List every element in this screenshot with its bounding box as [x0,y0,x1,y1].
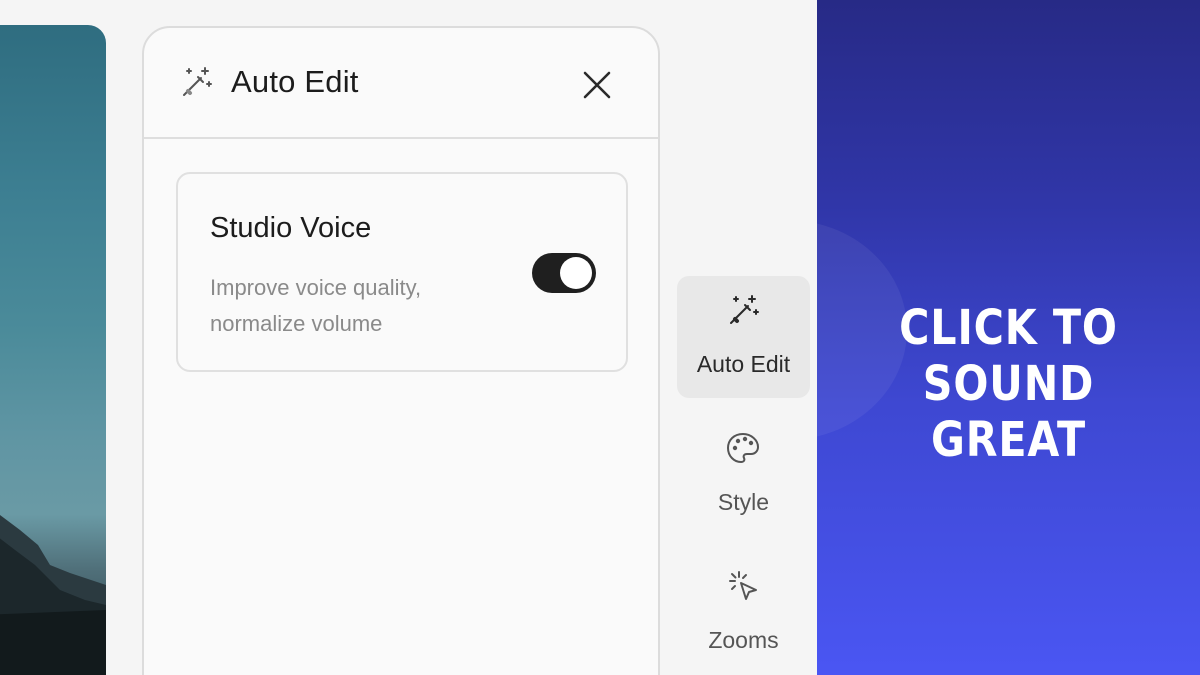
sidebar-item-label: Auto Edit [696,351,791,377]
video-preview[interactable] [0,25,106,675]
sidebar-item-label: Style [717,489,770,515]
studio-voice-toggle[interactable] [532,253,596,293]
sidebar-item-auto-edit[interactable]: Auto Edit [677,276,810,398]
feature-title: Studio Voice [210,212,372,244]
panel-title: Auto Edit [231,64,359,99]
studio-voice-card: Studio Voice Improve voice quality, norm… [176,172,628,372]
panel-header: Auto Edit [144,28,658,139]
editor-canvas: Auto Edit Studio Voice Improve voice qua… [0,0,817,675]
promo-line-2: SOUND GREAT [922,356,1095,468]
sidebar-item-label: Zooms [708,627,779,653]
promo-headline: CLICK TO SOUND GREAT [844,300,1173,468]
auto-edit-panel: Auto Edit Studio Voice Improve voice qua… [142,26,660,675]
close-icon[interactable] [578,66,616,104]
cursor-click-icon [729,571,757,600]
sidebar-item-zooms[interactable]: Zooms [677,552,810,674]
sidebar-item-style[interactable]: Style [677,414,810,536]
feature-description: Improve voice quality, normalize volume [210,275,422,336]
magic-wand-icon [730,295,759,324]
promo-line-1: CLICK TO [899,300,1118,356]
promo-banner: CLICK TO SOUND GREAT [817,0,1200,675]
magic-wand-icon [183,67,212,96]
mountain-landscape-image [0,515,106,675]
toggle-knob [560,257,592,289]
palette-icon [727,433,759,463]
